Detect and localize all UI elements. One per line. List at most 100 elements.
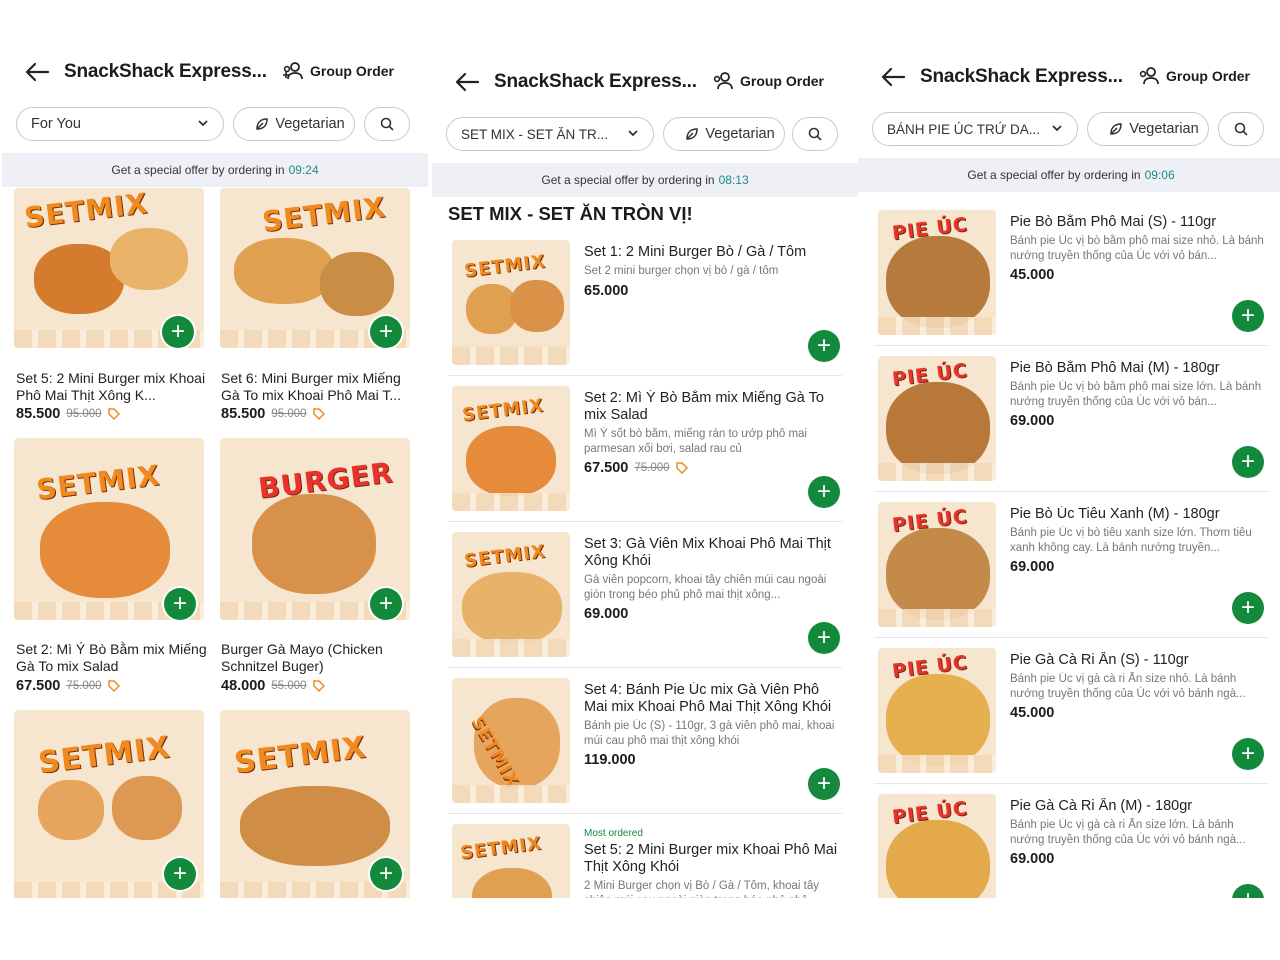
product-card[interactable]: SETMIX + xyxy=(14,438,204,620)
add-to-cart-button[interactable]: + xyxy=(162,316,194,348)
search-button[interactable] xyxy=(364,107,410,141)
product-price: 85.500 xyxy=(221,406,266,422)
menu-item-row[interactable]: SETMIX Set 4: Bánh Pie Úc mix Gà Viên Ph… xyxy=(448,668,842,814)
item-price-row: 67.500 75.000 xyxy=(584,460,844,476)
filter-row: BÁNH PIE ÚC TRỨ DA... Vegetarian xyxy=(858,110,1280,158)
add-to-cart-button[interactable]: + xyxy=(808,476,840,508)
product-card[interactable]: SETMIX + xyxy=(220,710,410,898)
add-to-cart-button[interactable]: + xyxy=(370,316,402,348)
back-arrow-icon[interactable] xyxy=(880,65,906,89)
panel-set-mix: SnackShack Express... Group Order SET MI… xyxy=(432,50,858,898)
item-description: Bánh pie Úc vị gà cà ri Ấn size nhỏ. Là … xyxy=(1010,673,1246,700)
panel-pie-uc: SnackShack Express... Group Order BÁNH P… xyxy=(858,45,1280,898)
item-price-row: 45.000 xyxy=(1010,705,1270,721)
back-arrow-icon[interactable] xyxy=(454,70,480,94)
menu-item-row[interactable]: SETMIX Set 3: Gà Viên Mix Khoai Phô Mai … xyxy=(448,522,842,668)
leaf-icon xyxy=(1110,123,1123,135)
vegetarian-filter[interactable]: Vegetarian xyxy=(663,117,785,151)
menu-item-row[interactable]: SETMIX Most ordered Set 5: 2 Mini Burger… xyxy=(448,814,842,898)
product-price: 85.500 xyxy=(16,406,61,422)
category-select[interactable]: BÁNH PIE ÚC TRỨ DA... xyxy=(872,112,1078,146)
group-order-label: Group Order xyxy=(1165,68,1250,84)
search-icon xyxy=(808,127,822,141)
item-price: 69.000 xyxy=(1010,413,1055,429)
menu-item-row[interactable]: SETMIX Set 2: Mì Ý Bò Bằm mix Miếng Gà T… xyxy=(448,376,842,522)
add-to-cart-button[interactable]: + xyxy=(808,622,840,654)
vegetarian-label: Vegetarian xyxy=(275,116,345,132)
item-text: Set 1: 2 Mini Burger Bò / Gà / Tôm Set 2… xyxy=(584,244,844,299)
product-name: Burger Gà Mayo (Chicken Schnitzel Buger) xyxy=(221,641,383,674)
offer-timer: 09:06 xyxy=(1144,168,1175,182)
item-price: 45.000 xyxy=(1010,267,1055,283)
back-arrow-icon[interactable] xyxy=(24,60,50,84)
special-offer-banner: Get a special offer by ordering in 09:06 xyxy=(858,158,1280,192)
vegetarian-filter[interactable]: Vegetarian xyxy=(233,107,355,141)
offer-timer: 08:13 xyxy=(718,173,749,187)
product-image: PIE ÚC xyxy=(878,794,996,898)
category-select[interactable]: For You xyxy=(16,107,224,141)
item-price-row: 69.000 xyxy=(584,606,844,622)
product-card[interactable]: BURGER + xyxy=(220,438,410,620)
product-card[interactable]: SETMIX + xyxy=(14,188,204,348)
vegetarian-filter[interactable]: Vegetarian xyxy=(1087,112,1209,146)
offer-text: Get a special offer by ordering in xyxy=(541,173,715,187)
product-image: PIE ÚC xyxy=(878,648,996,773)
menu-item-row[interactable]: PIE ÚC Pie Bò Bằm Phô Mai (S) - 110gr Bá… xyxy=(874,200,1268,346)
category-select[interactable]: SET MIX - SET ĂN TR... xyxy=(446,117,654,151)
add-to-cart-button[interactable]: + xyxy=(1232,738,1264,770)
item-name: Pie Bò Bằm Phô Mai (M) - 180gr xyxy=(1010,360,1220,376)
vegetarian-label: Vegetarian xyxy=(705,126,775,142)
item-price: 65.000 xyxy=(584,282,629,299)
image-tag: SETMIX xyxy=(459,833,544,864)
add-to-cart-button[interactable]: + xyxy=(1232,884,1264,898)
leaf-icon xyxy=(256,118,269,130)
add-to-cart-button[interactable]: + xyxy=(1232,300,1264,332)
item-description: Mì Ý sốt bò bằm, miếng rán to ướp phô ma… xyxy=(584,428,807,455)
header: SnackShack Express... Group Order xyxy=(2,40,428,105)
add-to-cart-button[interactable]: + xyxy=(808,768,840,800)
group-order-button[interactable]: Group Order xyxy=(1138,66,1250,86)
item-description: Bánh pie Úc vị bò bằm phô mai size lớn. … xyxy=(1010,381,1262,408)
product-card[interactable]: SETMIX + xyxy=(14,710,204,898)
add-to-cart-button[interactable]: + xyxy=(164,858,196,890)
store-title: SnackShack Express... xyxy=(64,61,267,82)
add-to-cart-button[interactable]: + xyxy=(370,858,402,890)
search-icon xyxy=(1234,122,1248,136)
search-button[interactable] xyxy=(792,117,838,151)
offer-text: Get a special offer by ordering in xyxy=(111,163,285,177)
add-to-cart-button[interactable]: + xyxy=(1232,592,1264,624)
item-description: 2 Mini Burger chọn vị Bò / Gà / Tôm, kho… xyxy=(584,880,820,898)
menu-item-row[interactable]: PIE ÚC Pie Gà Cà Ri Ấn (M) - 180gr Bánh … xyxy=(874,784,1268,898)
store-title: SnackShack Express... xyxy=(494,71,697,92)
add-to-cart-button[interactable]: + xyxy=(808,330,840,362)
add-to-cart-button[interactable]: + xyxy=(164,588,196,620)
add-to-cart-button[interactable]: + xyxy=(370,588,402,620)
add-to-cart-button[interactable]: + xyxy=(1232,446,1264,478)
image-tag: SETMIX xyxy=(463,541,548,572)
product-old-price: 95.000 xyxy=(271,408,307,420)
group-order-label: Group Order xyxy=(739,73,824,89)
menu-item-row[interactable]: PIE ÚC Pie Bò Úc Tiêu Xanh (M) - 180gr B… xyxy=(874,492,1268,638)
product-price-row: 85.500 95.000 xyxy=(221,406,325,422)
product-price: 48.000 xyxy=(221,678,266,694)
menu-item-row[interactable]: PIE ÚC Pie Gà Cà Ri Ấn (S) - 110gr Bánh … xyxy=(874,638,1268,784)
search-button[interactable] xyxy=(1218,112,1264,146)
product-price: 67.500 xyxy=(16,678,61,694)
product-image: SETMIX xyxy=(452,386,570,511)
product-image: SETMIX xyxy=(452,824,570,898)
image-tag: SETMIX xyxy=(463,251,548,282)
group-order-button[interactable]: Group Order xyxy=(282,61,394,81)
item-price-row: 69.000 xyxy=(1010,851,1270,867)
item-name: Set 3: Gà Viên Mix Khoai Phô Mai Thịt Xô… xyxy=(584,536,831,569)
menu-item-row[interactable]: PIE ÚC Pie Bò Bằm Phô Mai (M) - 180gr Bá… xyxy=(874,346,1268,492)
menu-item-row[interactable]: SETMIX Set 1: 2 Mini Burger Bò / Gà / Tô… xyxy=(448,230,842,376)
product-name: Set 5: 2 Mini Burger mix Khoai Phô Mai T… xyxy=(16,370,206,403)
product-image: PIE ÚC xyxy=(878,502,996,627)
product-old-price: 95.000 xyxy=(66,408,102,420)
category-select-value: For You xyxy=(31,116,81,132)
group-order-button[interactable]: Group Order xyxy=(712,71,824,91)
store-title: SnackShack Express... xyxy=(920,66,1123,87)
header: SnackShack Express... Group Order xyxy=(858,45,1280,110)
product-price-row: 48.000 55.000 xyxy=(221,678,325,694)
product-card[interactable]: SETMIX + xyxy=(220,188,410,348)
